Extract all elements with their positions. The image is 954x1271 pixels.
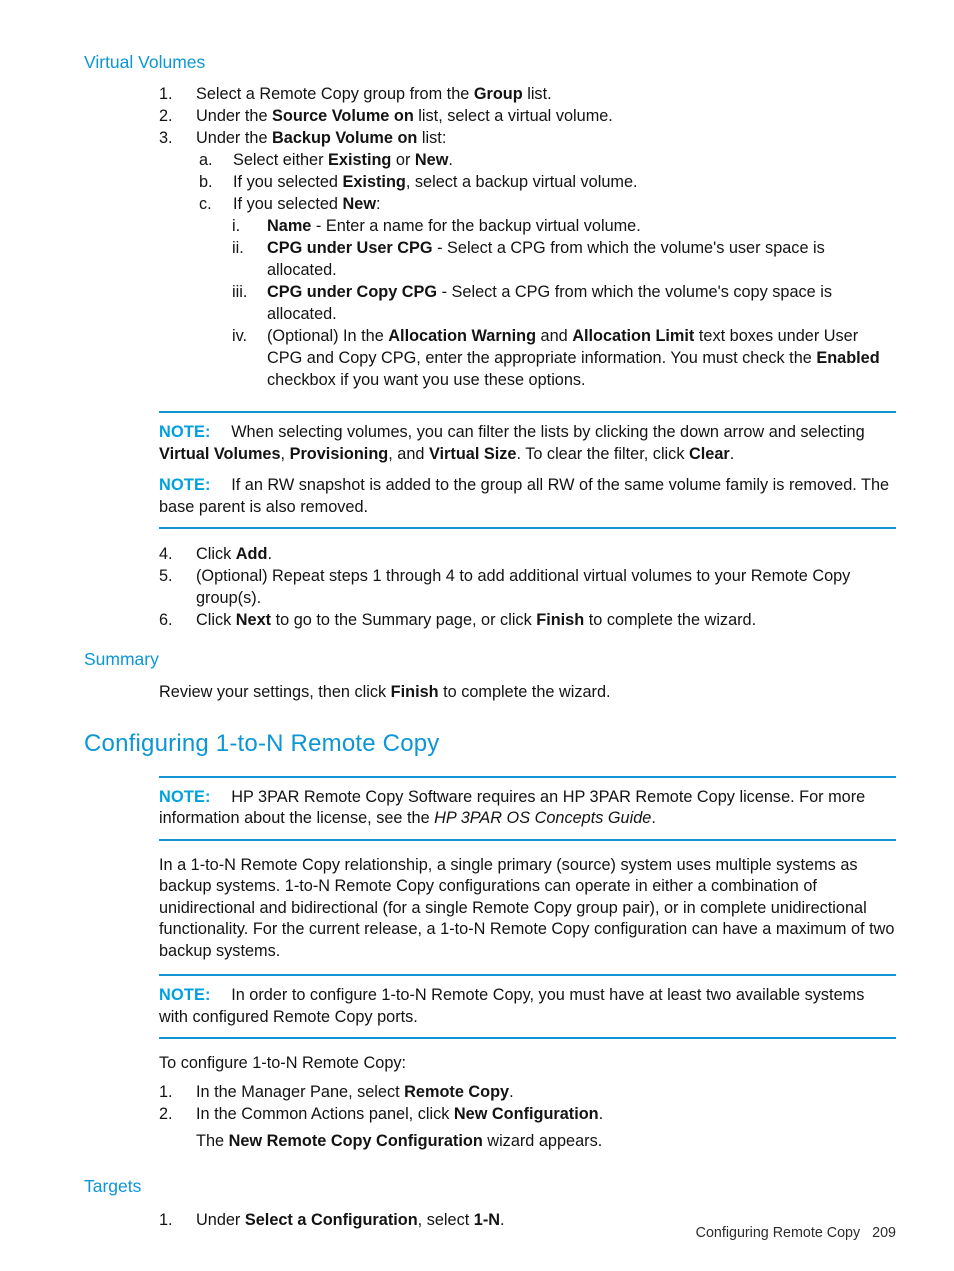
list-marker: 2. [159, 107, 173, 125]
note-block-requirements: NOTE: In order to configure 1-to-N Remot… [159, 974, 896, 1039]
list-text: If you selected Existing, select a backu… [233, 173, 638, 191]
list-marker: 6. [159, 611, 173, 629]
list-marker: 1. [159, 85, 173, 103]
summary-paragraph: Review your settings, then click Finish … [159, 683, 611, 701]
note-label: NOTE: [159, 986, 211, 1004]
list-text: In the Common Actions panel, click New C… [196, 1104, 604, 1123]
note-block-filter-volumes: NOTE: When selecting volumes, you can fi… [159, 411, 896, 529]
list-text: Under the Source Volume on list, select … [196, 107, 613, 125]
footer-chapter-title: Configuring Remote Copy [695, 1225, 861, 1241]
list-item: 4. Click Add. [159, 543, 896, 565]
note-label: NOTE: [159, 476, 211, 494]
list-item: 1. In the Manager Pane, select Remote Co… [159, 1081, 896, 1103]
list-item: ii. CPG under User CPG - Select a CPG fr… [232, 237, 896, 281]
note-body-text: When selecting volumes, you can filter t… [159, 423, 865, 463]
note-block-license: NOTE: HP 3PAR Remote Copy Software requi… [159, 775, 896, 841]
list-text: CPG under User CPG - Select a CPG from w… [267, 239, 825, 279]
intro-paragraph-1-to-n: In a 1-to-N Remote Copy relationship, a … [159, 855, 895, 960]
note-label: NOTE: [159, 787, 211, 806]
section-heading-targets: Targets [84, 1176, 142, 1196]
list-marker: iv. [232, 327, 248, 345]
list-item: a. Select either Existing or New. [199, 149, 896, 171]
list-item: b. If you selected Existing, select a ba… [199, 171, 896, 193]
section-heading-virtual-volumes: Virtual Volumes [84, 52, 206, 72]
list-item: 3. Under the Backup Volume on list: [159, 127, 896, 149]
list-text: If you selected New: [233, 195, 381, 213]
list-marker: 3. [159, 129, 173, 147]
note-block-requirements-wrap: NOTE: In order to configure 1-to-N Remot… [159, 974, 896, 1039]
footer-page-number: 209 [872, 1225, 896, 1241]
list-text: (Optional) In the Allocation Warning and… [267, 327, 880, 389]
list-item: 6. Click Next to go to the Summary page,… [159, 609, 896, 631]
list-item: 2. In the Common Actions panel, click Ne… [159, 1103, 896, 1125]
list-item: c. If you selected New: [199, 193, 896, 215]
to-configure-intro: To configure 1-to-N Remote Copy: [159, 1054, 407, 1072]
list-text: (Optional) Repeat steps 1 through 4 to a… [196, 567, 851, 607]
list-marker: 2. [159, 1104, 173, 1123]
note-block-license-wrap: NOTE: HP 3PAR Remote Copy Software requi… [159, 775, 896, 841]
note-text: NOTE: When selecting volumes, you can fi… [159, 422, 896, 465]
note-body-text: HP 3PAR Remote Copy Software requires an… [159, 787, 866, 828]
list-item: iv. (Optional) In the Allocation Warning… [232, 325, 896, 391]
list-text: Select either Existing or New. [233, 151, 453, 169]
list-marker: c. [199, 195, 212, 213]
note-body-text: In order to configure 1-to-N Remote Copy… [159, 986, 865, 1026]
page-title-configuring-1-to-n: Configuring 1-to-N Remote Copy [84, 729, 440, 757]
list-text: Click Next to go to the Summary page, or… [196, 611, 757, 629]
list-marker: 5. [159, 567, 173, 585]
list-marker: iii. [232, 283, 248, 301]
page-content: Virtual Volumes 1. Select a Remote Copy … [84, 52, 896, 1231]
list-marker: b. [199, 173, 213, 191]
note-label: NOTE: [159, 423, 211, 441]
list-item: i. Name - Enter a name for the backup vi… [232, 215, 896, 237]
list-item: 2. Under the Source Volume on list, sele… [159, 105, 896, 127]
list-marker: i. [232, 217, 241, 235]
page-footer: Configuring Remote Copy 209 [0, 1225, 896, 1241]
list-text: Click Add. [196, 545, 272, 563]
list-item: 5. (Optional) Repeat steps 1 through 4 t… [159, 565, 896, 609]
note-text: NOTE: If an RW snapshot is added to the … [159, 475, 896, 518]
list-item: iii. CPG under Copy CPG - Select a CPG f… [232, 281, 896, 325]
list-text: Under the Backup Volume on list: [196, 129, 447, 147]
list-text: Name - Enter a name for the backup virtu… [267, 217, 641, 235]
section-heading-summary: Summary [84, 649, 159, 669]
list-item: 1. Select a Remote Copy group from the G… [159, 83, 896, 105]
step2-result-text: The New Remote Copy Configuration wizard… [196, 1131, 603, 1150]
note-body-text: If an RW snapshot is added to the group … [159, 476, 890, 516]
list-marker: ii. [232, 239, 244, 257]
list-text: In the Manager Pane, select Remote Copy. [196, 1082, 514, 1101]
list-text: CPG under Copy CPG - Select a CPG from w… [267, 283, 832, 323]
document-page: Virtual Volumes 1. Select a Remote Copy … [0, 0, 954, 1271]
list-marker: 1. [159, 1082, 173, 1101]
note-block-group: NOTE: When selecting volumes, you can fi… [159, 411, 896, 529]
list-marker: a. [199, 151, 213, 169]
list-marker: 4. [159, 545, 173, 563]
note-text: NOTE: In order to configure 1-to-N Remot… [159, 985, 896, 1028]
note-text: NOTE: HP 3PAR Remote Copy Software requi… [159, 787, 896, 830]
list-text: Select a Remote Copy group from the Grou… [196, 85, 552, 103]
